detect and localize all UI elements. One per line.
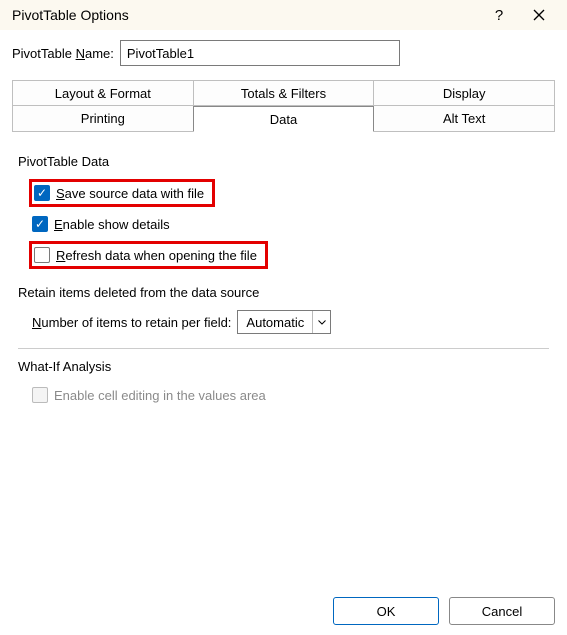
help-icon[interactable]: ? [479, 0, 519, 30]
chevron-down-icon[interactable] [312, 311, 330, 333]
label-items-to-retain: Number of items to retain per field: [32, 315, 231, 330]
label-refresh-on-open: Refresh data when opening the file [56, 248, 257, 263]
checkbox-refresh-on-open[interactable] [34, 247, 50, 263]
tab-printing[interactable]: Printing [12, 106, 194, 132]
pivottable-name-label: PivotTable Name: [12, 46, 114, 61]
checkbox-enable-show-details[interactable] [32, 216, 48, 232]
dialog-title: PivotTable Options [12, 7, 129, 23]
separator [18, 348, 549, 349]
tab-data[interactable]: Data [193, 106, 375, 132]
close-icon[interactable] [519, 0, 559, 30]
group-pivottable-data: PivotTable Data [18, 154, 549, 169]
select-items-value: Automatic [238, 315, 312, 330]
checkbox-save-source-data[interactable] [34, 185, 50, 201]
highlight-save-source: Save source data with file [29, 179, 215, 207]
cancel-button[interactable]: Cancel [449, 597, 555, 625]
group-whatif: What-If Analysis [18, 359, 549, 374]
highlight-refresh-data: Refresh data when opening the file [29, 241, 268, 269]
tab-alt-text[interactable]: Alt Text [373, 106, 555, 132]
select-items-to-retain[interactable]: Automatic [237, 310, 331, 334]
group-retain-items: Retain items deleted from the data sourc… [18, 285, 549, 300]
tab-totals-filters[interactable]: Totals & Filters [193, 80, 375, 106]
label-enable-cell-editing: Enable cell editing in the values area [54, 388, 266, 403]
ok-button[interactable]: OK [333, 597, 439, 625]
checkbox-enable-cell-editing [32, 387, 48, 403]
tab-display[interactable]: Display [373, 80, 555, 106]
titlebar: PivotTable Options ? [0, 0, 567, 30]
label-save-source-data: Save source data with file [56, 186, 204, 201]
pivottable-name-input[interactable] [120, 40, 400, 66]
label-enable-show-details: Enable show details [54, 217, 170, 232]
tab-panel-data: PivotTable Data Save source data with fi… [12, 132, 555, 418]
dialog-footer: OK Cancel [333, 597, 555, 625]
tabs: Layout & Format Totals & Filters Display… [12, 80, 555, 418]
tab-layout-format[interactable]: Layout & Format [12, 80, 194, 106]
